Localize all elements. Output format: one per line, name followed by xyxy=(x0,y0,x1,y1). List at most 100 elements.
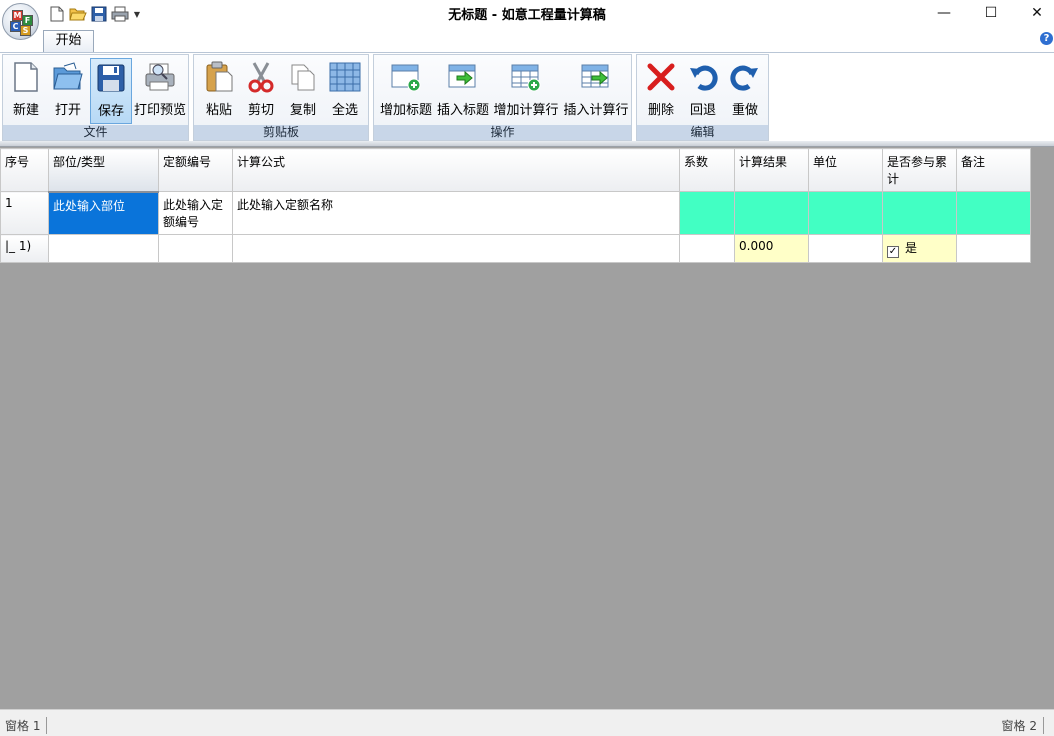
col-header-formula[interactable]: 计算公式 xyxy=(232,148,680,192)
copy-button[interactable]: 复制 xyxy=(284,58,322,124)
copy-label: 复制 xyxy=(289,103,316,118)
redo-button[interactable]: 重做 xyxy=(725,58,765,124)
delete-x-icon xyxy=(644,60,678,94)
open-label: 打开 xyxy=(54,103,81,118)
insert-title-button[interactable]: 插入标题 xyxy=(435,58,491,124)
select-all-button[interactable]: 全选 xyxy=(326,58,364,124)
redo-arrow-icon xyxy=(728,60,762,94)
new-label: 新建 xyxy=(12,103,39,118)
insert-title-label: 插入标题 xyxy=(436,103,489,118)
cumulative-cell[interactable]: ✓ 是 xyxy=(882,234,957,263)
save-disk-icon xyxy=(94,61,128,95)
select-all-grid-icon xyxy=(328,60,362,94)
tab-start[interactable]: 开始 xyxy=(43,30,94,52)
result-cell[interactable]: 0.000 xyxy=(734,234,809,263)
title-bar: M F C S ▼ 无标题 - 如意工程量计算稿 — ☐ ✕ xyxy=(0,0,1054,40)
redo-label: 重做 xyxy=(731,103,758,118)
row-seq-cell[interactable]: |_ 1) xyxy=(0,234,49,263)
copy-pages-icon xyxy=(286,60,320,94)
paste-clipboard-icon xyxy=(202,60,236,94)
close-button[interactable]: ✕ xyxy=(1014,0,1054,26)
print-preview-label: 打印预览 xyxy=(133,103,186,118)
open-button[interactable]: 打开 xyxy=(49,58,87,124)
formula-cell[interactable]: 此处输入定额名称 xyxy=(232,191,680,235)
add-title-button[interactable]: 增加标题 xyxy=(378,58,434,124)
col-header-coef[interactable]: 系数 xyxy=(679,148,735,192)
paste-label: 粘贴 xyxy=(205,103,232,118)
remark-cell[interactable] xyxy=(956,191,1031,235)
insert-title-icon xyxy=(446,60,480,94)
header-row: 序号 部位/类型 定额编号 计算公式 系数 计算结果 单位 是否参与累计 备注 xyxy=(0,148,1031,193)
quota-no-cell[interactable] xyxy=(158,234,233,263)
cumulative-cell[interactable] xyxy=(882,191,957,235)
status-bar: 窗格 1 窗格 2 xyxy=(0,709,1054,736)
insert-calc-row-button[interactable]: 插入计算行 xyxy=(562,58,630,124)
new-document-icon xyxy=(9,60,43,94)
select-all-label: 全选 xyxy=(331,103,358,118)
col-header-quota-no[interactable]: 定额编号 xyxy=(158,148,233,192)
status-pane-1: 窗格 1 xyxy=(5,717,48,734)
undo-label: 回退 xyxy=(689,103,716,118)
part-type-cell[interactable] xyxy=(48,234,159,263)
col-header-unit[interactable]: 单位 xyxy=(808,148,883,192)
coef-cell[interactable] xyxy=(679,191,735,235)
print-preview-button[interactable]: 打印预览 xyxy=(133,58,187,124)
ribbon-group-file-label: 文件 xyxy=(3,125,188,140)
col-header-cumulative[interactable]: 是否参与累计 xyxy=(882,148,957,192)
cumulative-checkbox[interactable]: ✓ xyxy=(887,246,899,258)
cut-label: 剪切 xyxy=(247,103,274,118)
result-cell[interactable] xyxy=(734,191,809,235)
ribbon-group-edit-label: 编辑 xyxy=(637,125,768,140)
workspace: 序号 部位/类型 定额编号 计算公式 系数 计算结果 单位 是否参与累计 备注 … xyxy=(0,147,1054,709)
col-header-remark[interactable]: 备注 xyxy=(956,148,1031,192)
table-row: 1 此处输入部位 此处输入定额编号 此处输入定额名称 xyxy=(0,191,1031,235)
cut-button[interactable]: 剪切 xyxy=(242,58,280,124)
open-folder-icon xyxy=(51,60,85,94)
paste-button[interactable]: 粘贴 xyxy=(200,58,238,124)
part-type-cell[interactable]: 此处输入部位 xyxy=(48,191,159,235)
ribbon: 新建 打开 保存 打印预览 文件 粘贴 剪切 复制 全选 剪贴板 增加标题 插入… xyxy=(0,52,1054,142)
table-row: |_ 1) 0.000 ✓ 是 xyxy=(0,234,1031,263)
save-button[interactable]: 保存 xyxy=(90,58,132,124)
save-label: 保存 xyxy=(97,104,124,119)
app-logo-letter: S xyxy=(20,25,31,36)
add-calc-row-label: 增加计算行 xyxy=(493,103,559,118)
add-title-icon xyxy=(389,60,423,94)
insert-calc-row-label: 插入计算行 xyxy=(563,103,629,118)
help-icon[interactable]: ? xyxy=(1040,32,1053,45)
scissors-icon xyxy=(244,60,278,94)
add-calc-row-icon xyxy=(509,60,543,94)
minimize-button[interactable]: — xyxy=(921,0,967,26)
add-title-label: 增加标题 xyxy=(379,103,432,118)
ribbon-group-edit: 删除 回退 重做 编辑 xyxy=(636,54,769,141)
add-calc-row-button[interactable]: 增加计算行 xyxy=(492,58,560,124)
coef-cell[interactable] xyxy=(679,234,735,263)
insert-calc-row-icon xyxy=(579,60,613,94)
window-title: 无标题 - 如意工程量计算稿 xyxy=(448,8,606,23)
unit-cell[interactable] xyxy=(808,234,883,263)
status-pane-2: 窗格 2 xyxy=(1002,717,1044,734)
print-preview-icon xyxy=(143,60,177,94)
calculation-grid: 序号 部位/类型 定额编号 计算公式 系数 计算结果 单位 是否参与累计 备注 … xyxy=(0,148,1031,263)
remark-cell[interactable] xyxy=(956,234,1031,263)
new-button[interactable]: 新建 xyxy=(7,58,45,124)
formula-cell[interactable] xyxy=(232,234,680,263)
unit-cell[interactable] xyxy=(808,191,883,235)
col-header-seq[interactable]: 序号 xyxy=(0,148,49,192)
col-header-result[interactable]: 计算结果 xyxy=(734,148,809,192)
row-seq-cell[interactable]: 1 xyxy=(0,191,49,235)
ribbon-group-clipboard-label: 剪贴板 xyxy=(194,125,368,140)
ribbon-group-operations: 增加标题 插入标题 增加计算行 插入计算行 操作 xyxy=(373,54,632,141)
col-header-part-type[interactable]: 部位/类型 xyxy=(48,148,159,193)
ribbon-group-file: 新建 打开 保存 打印预览 文件 xyxy=(2,54,189,141)
app-menu-button[interactable]: M F C S xyxy=(2,3,39,40)
delete-button[interactable]: 删除 xyxy=(641,58,681,124)
undo-button[interactable]: 回退 xyxy=(683,58,723,124)
delete-label: 删除 xyxy=(647,103,674,118)
cumulative-value: 是 xyxy=(905,241,918,255)
ribbon-tab-row: 开始 ? xyxy=(0,28,1054,52)
maximize-button[interactable]: ☐ xyxy=(968,0,1014,26)
quota-no-cell[interactable]: 此处输入定额编号 xyxy=(158,191,233,235)
ribbon-group-clipboard: 粘贴 剪切 复制 全选 剪贴板 xyxy=(193,54,369,141)
undo-arrow-icon xyxy=(686,60,720,94)
